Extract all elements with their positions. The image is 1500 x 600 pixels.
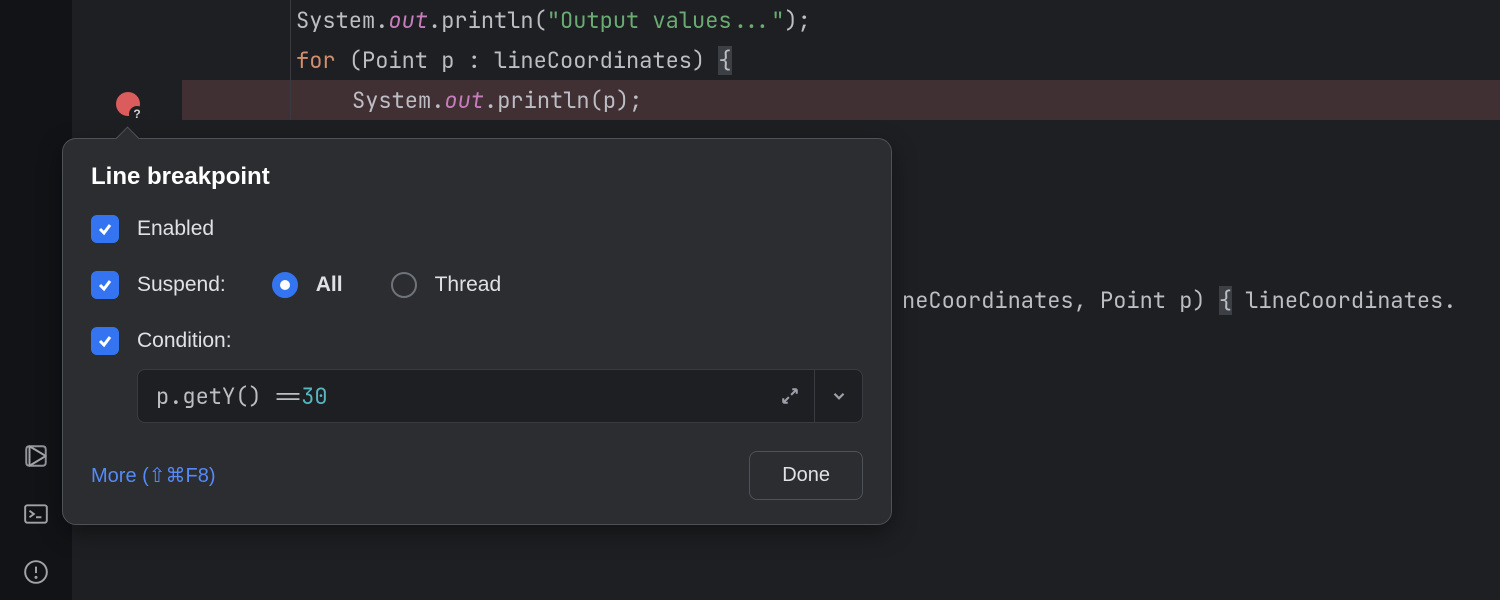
suspend-all-radio[interactable] bbox=[272, 272, 298, 298]
code-token: out bbox=[444, 86, 484, 115]
code-token: .println( bbox=[428, 6, 547, 35]
terminal-tool-icon[interactable] bbox=[22, 500, 50, 528]
suspend-row: Suspend: All Thread bbox=[91, 271, 863, 299]
suspend-checkbox[interactable] bbox=[91, 271, 119, 299]
code-token: "Output values..." bbox=[547, 6, 785, 35]
enabled-row: Enabled bbox=[91, 215, 863, 243]
condition-label: Condition: bbox=[137, 329, 232, 353]
more-link[interactable]: More (⇧⌘F8) bbox=[91, 463, 216, 488]
problems-tool-icon[interactable] bbox=[22, 558, 50, 586]
code-line-current[interactable]: System.out.println(p); bbox=[182, 80, 1500, 120]
popup-title: Line breakpoint bbox=[91, 163, 863, 191]
popup-footer: More (⇧⌘F8) Done bbox=[91, 451, 863, 500]
code-token: { bbox=[1219, 286, 1232, 315]
enabled-checkbox[interactable] bbox=[91, 215, 119, 243]
condition-input-wrap: p.getY() == 30 bbox=[137, 369, 863, 423]
condition-checkbox[interactable] bbox=[91, 327, 119, 355]
dropdown-history-icon[interactable] bbox=[814, 370, 862, 422]
code-token: lineCoordinates. bbox=[1232, 286, 1456, 315]
done-button[interactable]: Done bbox=[749, 451, 863, 500]
code-token: System. bbox=[352, 86, 444, 115]
run-tool-icon[interactable] bbox=[22, 442, 50, 470]
code-line[interactable]: System.out.println("Output values..."); bbox=[182, 0, 1500, 40]
code-token: ); bbox=[784, 6, 810, 35]
code-token: for bbox=[296, 46, 336, 75]
suspend-thread-radio[interactable] bbox=[391, 272, 417, 298]
code-token: { bbox=[718, 46, 731, 75]
code-line[interactable]: for (Point p : lineCoordinates) { bbox=[182, 40, 1500, 80]
condition-expr-number: 30 bbox=[301, 382, 327, 411]
condition-input[interactable]: p.getY() == 30 bbox=[138, 370, 766, 422]
code-token: neCoordinates, Point p) bbox=[902, 286, 1219, 315]
suspend-thread-label: Thread bbox=[435, 273, 502, 297]
code-token: (Point p : lineCoordinates) bbox=[336, 46, 719, 75]
code-token: .println(p); bbox=[484, 86, 642, 115]
expand-expression-icon[interactable] bbox=[766, 370, 814, 422]
code-token: out bbox=[388, 6, 428, 35]
enabled-label: Enabled bbox=[137, 217, 214, 241]
suspend-all-label: All bbox=[316, 273, 343, 297]
suspend-label: Suspend: bbox=[137, 273, 226, 297]
breakpoint-popup: Line breakpoint Enabled Suspend: All Thr… bbox=[62, 138, 892, 525]
breakpoint-condition-badge-icon: ? bbox=[129, 106, 145, 122]
condition-row: Condition: bbox=[91, 327, 863, 355]
condition-expr-text: p.getY() == bbox=[156, 382, 301, 411]
code-token: System. bbox=[296, 6, 388, 35]
